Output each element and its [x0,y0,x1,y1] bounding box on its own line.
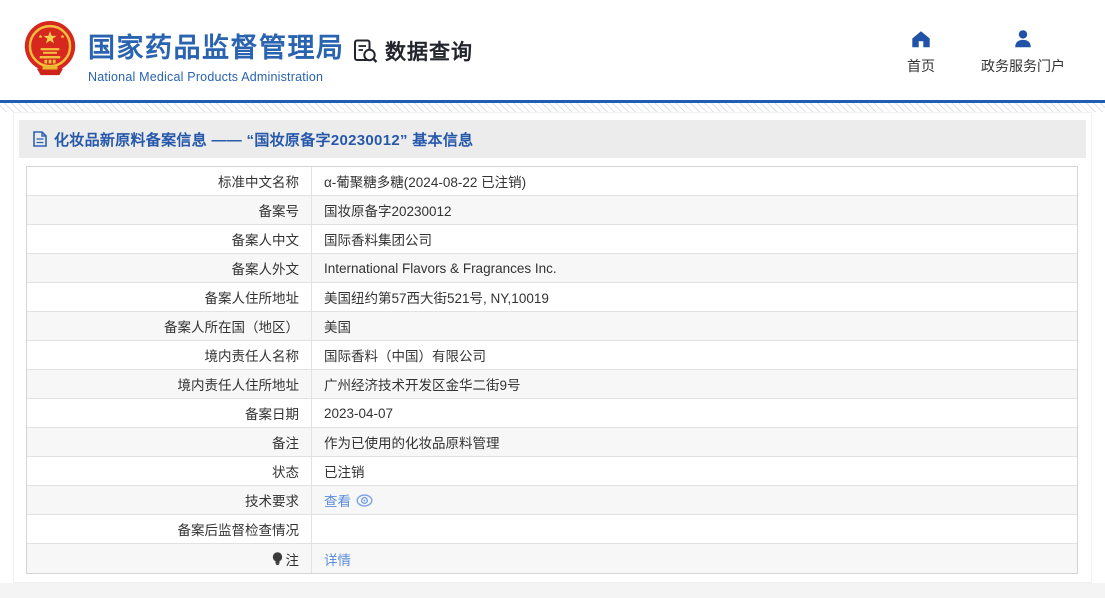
page-title-bar: 化妆品新原料备案信息 —— “国妆原备字20230012” 基本信息 [19,120,1086,158]
site-header: 国家药品监督管理局 National Medical Products Admi… [0,0,1105,100]
row-label: 标准中文名称 [27,167,312,195]
row-value: 美国 [312,312,1077,340]
table-row: 标准中文名称 α-葡聚糖多糖(2024-08-22 已注销) [27,167,1077,196]
page-title: 化妆品新原料备案信息 —— “国妆原备字20230012” 基本信息 [54,129,473,150]
national-emblem-icon [22,20,78,78]
hatch-stripe-band [0,103,1105,112]
row-value [312,515,1077,543]
row-label: 状态 [27,457,312,485]
user-icon [1012,28,1034,50]
row-label: 备案人住所地址 [27,283,312,311]
row-value: 国妆原备字20230012 [312,196,1077,224]
nav-item-home[interactable]: 首页 [907,28,935,76]
table-row: 境内责任人住所地址 广州经济技术开发区金华二街9号 [27,370,1077,399]
data-query-tab[interactable]: 数据查询 [352,36,473,66]
eye-icon[interactable] [356,494,373,507]
row-label: 技术要求 [27,486,312,514]
table-row-tech-requirements: 技术要求 查看 [27,486,1077,515]
table-row: 状态 已注销 [27,457,1077,486]
note-label: 注 [286,549,300,569]
home-icon [910,28,932,50]
row-value: 已注销 [312,457,1077,485]
table-row: 备注 作为已使用的化妆品原料管理 [27,428,1077,457]
content-card: 化妆品新原料备案信息 —— “国妆原备字20230012” 基本信息 标准中文名… [13,112,1092,583]
view-tech-requirements-link[interactable]: 查看 [324,490,351,510]
bulb-icon [272,552,283,566]
table-row: 备案号 国妆原备字20230012 [27,196,1077,225]
row-label: 境内责任人名称 [27,341,312,369]
org-title-block: 国家药品监督管理局 National Medical Products Admi… [88,26,345,84]
table-row: 境内责任人名称 国际香料（中国）有限公司 [27,341,1077,370]
table-row-note: 注 详情 [27,544,1077,573]
row-label: 备案号 [27,196,312,224]
org-name-cn: 国家药品监督管理局 [88,26,345,65]
row-label: 境内责任人住所地址 [27,370,312,398]
row-value: 广州经济技术开发区金华二街9号 [312,370,1077,398]
row-label: 备案人所在国（地区） [27,312,312,340]
record-info-table: 标准中文名称 α-葡聚糖多糖(2024-08-22 已注销) 备案号 国妆原备字… [26,166,1078,574]
table-row: 备案后监督检查情况 [27,515,1077,544]
table-row: 备案人住所地址 美国纽约第57西大街521号, NY,10019 [27,283,1077,312]
row-label: 备案人中文 [27,225,312,253]
row-label: 注 [27,544,312,573]
table-row: 备案人中文 国际香料集团公司 [27,225,1077,254]
table-row: 备案人外文 International Flavors & Fragrances… [27,254,1077,283]
row-label: 备注 [27,428,312,456]
row-label: 备案日期 [27,399,312,427]
document-icon [33,131,47,147]
table-row: 备案人所在国（地区） 美国 [27,312,1077,341]
row-value: α-葡聚糖多糖(2024-08-22 已注销) [312,167,1077,195]
row-value: 详情 [312,544,1077,573]
row-value: 2023-04-07 [312,399,1077,427]
row-value: 美国纽约第57西大街521号, NY,10019 [312,283,1077,311]
row-value: International Flavors & Fragrances Inc. [312,254,1077,282]
nmpa-emblem-logo [22,20,78,78]
top-nav: 首页 政务服务门户 [907,28,1065,76]
nav-home-label: 首页 [907,56,935,76]
nav-gov-portal-label: 政务服务门户 [981,56,1065,76]
row-value: 作为已使用的化妆品原料管理 [312,428,1077,456]
row-value: 国际香料（中国）有限公司 [312,341,1077,369]
document-search-icon [352,38,379,65]
org-name-en: National Medical Products Administration [88,70,345,84]
row-label: 备案后监督检查情况 [27,515,312,543]
data-query-label: 数据查询 [385,36,473,66]
row-value: 国际香料集团公司 [312,225,1077,253]
footer-strip [0,583,1105,598]
row-value: 查看 [312,486,1077,514]
table-row: 备案日期 2023-04-07 [27,399,1077,428]
nav-item-gov-portal[interactable]: 政务服务门户 [981,28,1065,76]
note-details-link[interactable]: 详情 [324,549,351,569]
row-label: 备案人外文 [27,254,312,282]
